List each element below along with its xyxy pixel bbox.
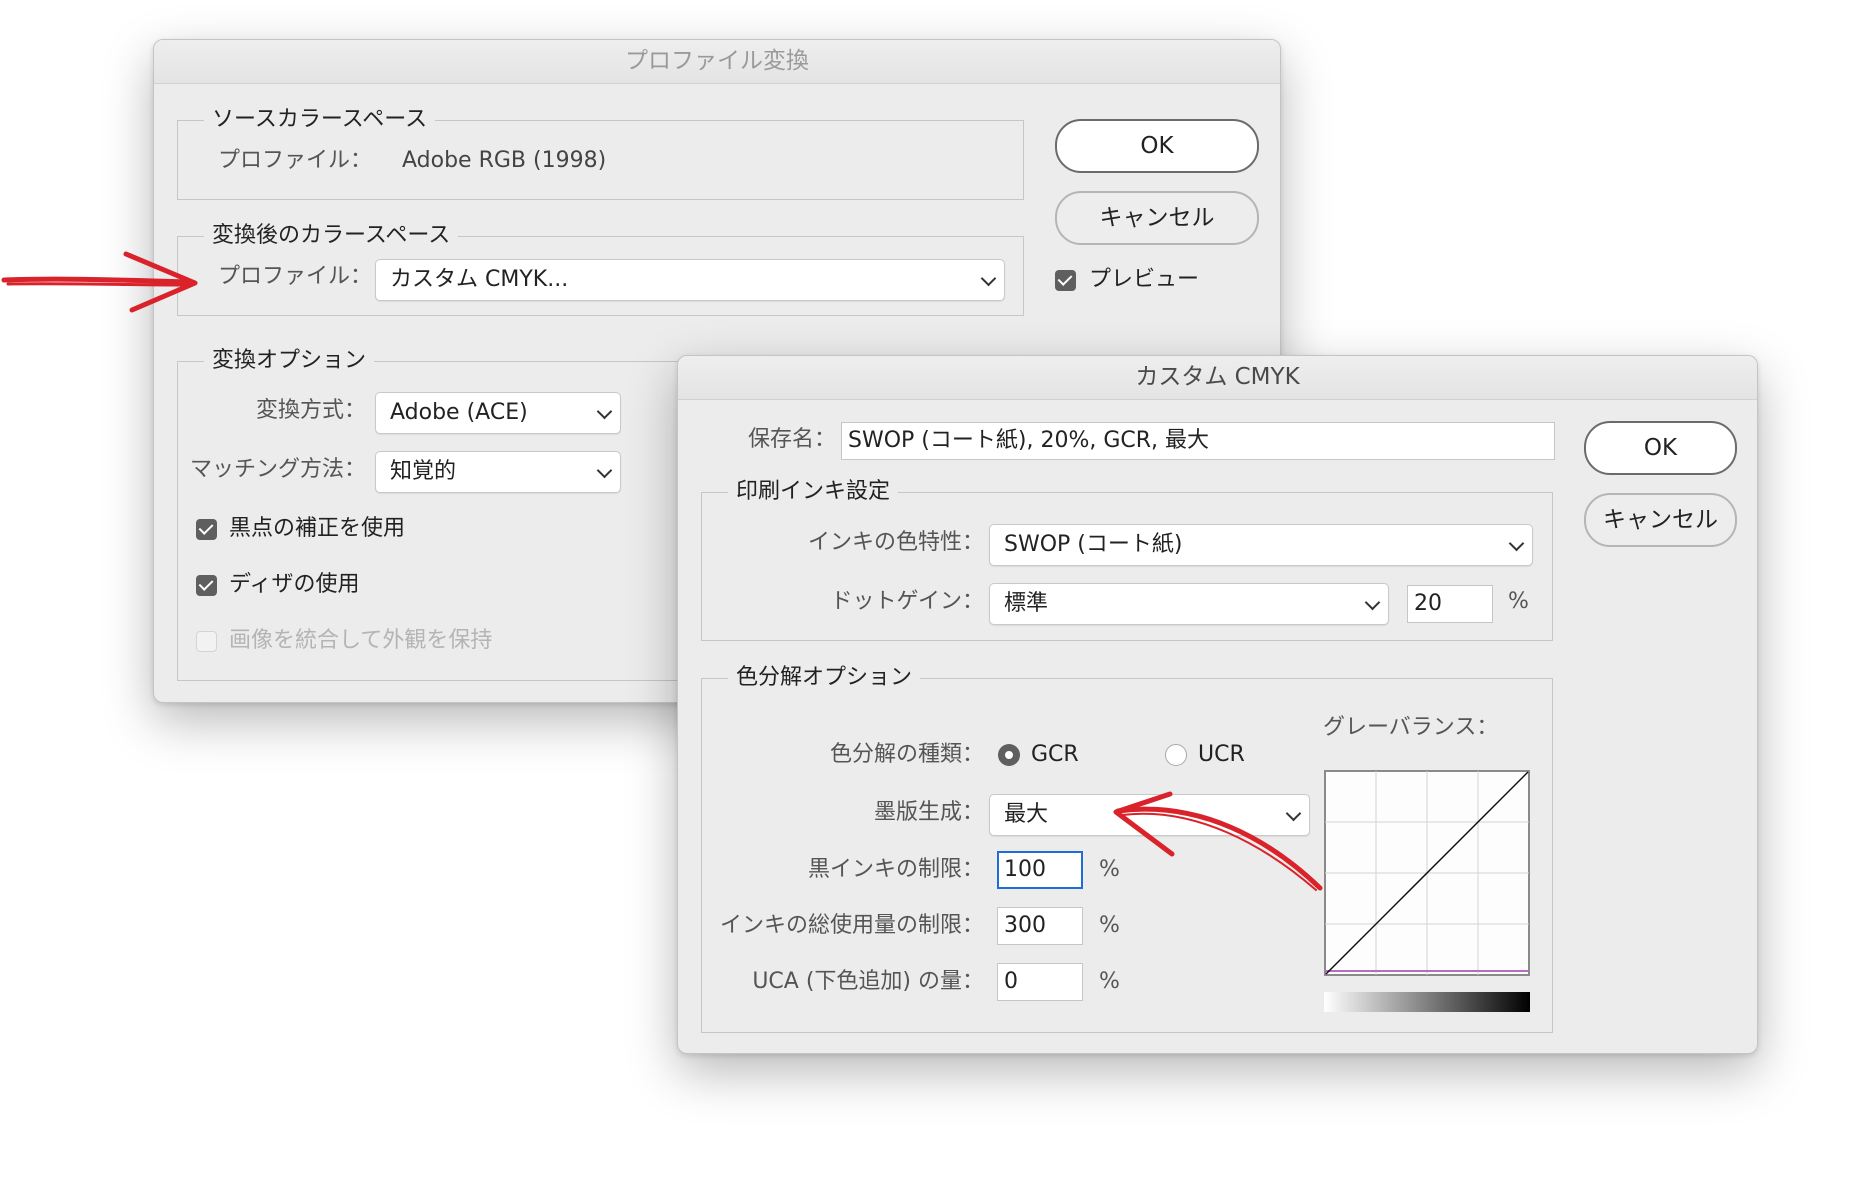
conversion-options-legend: 変換オプション	[204, 347, 375, 375]
ok-button[interactable]: OK	[1584, 421, 1737, 475]
total-limit-input[interactable]: 300	[997, 907, 1083, 945]
dotgain-value: 標準	[1004, 591, 1049, 616]
uca-input[interactable]: 0	[997, 963, 1083, 1001]
name-value: SWOP (コート紙), 20%, GCR, 最大	[848, 428, 1210, 453]
source-profile-value: Adobe RGB (1998)	[402, 148, 607, 173]
dest-profile-select[interactable]: カスタム CMYK...	[375, 259, 1005, 301]
dest-profile-label: プロファイル：	[218, 264, 373, 289]
dest-colorspace-group: 変換後のカラースペース プロファイル： カスタム CMYK...	[177, 222, 1024, 316]
dotgain-unit: %	[1508, 589, 1529, 614]
intent-value: 知覚的	[390, 459, 457, 484]
chevron-down-icon	[980, 270, 997, 287]
uca-unit: %	[1099, 969, 1120, 994]
dotgain-amount-value: 20	[1414, 591, 1442, 616]
total-limit-unit: %	[1099, 913, 1120, 938]
uca-label: UCA (下色追加) の量：	[752, 969, 984, 994]
flatten-label: 画像を統合して外観を保持	[229, 628, 493, 653]
black-gen-label: 墨版生成：	[873, 800, 984, 825]
method-value: Adobe (ACE)	[390, 400, 528, 425]
black-limit-input[interactable]: 100	[997, 851, 1083, 889]
chevron-down-icon	[596, 462, 613, 479]
method-label: 変換方式：	[255, 398, 366, 423]
bpc-checkbox[interactable]	[196, 519, 217, 540]
name-label: 保存名：	[747, 427, 836, 452]
cancel-button[interactable]: キャンセル	[1584, 493, 1737, 547]
source-colorspace-legend: ソースカラースペース	[204, 106, 436, 134]
cancel-button[interactable]: キャンセル	[1055, 191, 1259, 245]
ink-colors-select[interactable]: SWOP (コート紙)	[989, 524, 1533, 566]
bpc-label: 黒点の補正を使用	[229, 516, 406, 541]
source-colorspace-group: ソースカラースペース プロファイル： Adobe RGB (1998)	[177, 106, 1024, 200]
gray-gradient-bar	[1324, 992, 1530, 1012]
flatten-checkbox[interactable]	[196, 631, 217, 652]
ucr-radio[interactable]	[1165, 744, 1187, 766]
black-limit-value: 100	[1004, 857, 1046, 882]
method-select[interactable]: Adobe (ACE)	[375, 392, 621, 434]
annotation-arrow-1	[1, 251, 198, 313]
chevron-down-icon	[1364, 594, 1381, 611]
ok-button[interactable]: OK	[1055, 119, 1259, 173]
ucr-label: UCR	[1198, 742, 1245, 767]
gcr-radio[interactable]	[998, 744, 1020, 766]
dest-colorspace-legend: 変換後のカラースペース	[204, 222, 459, 250]
preview-checkbox[interactable]	[1055, 270, 1076, 291]
sep-type-label: 色分解の種類：	[829, 742, 984, 767]
gray-balance-graph	[1324, 770, 1530, 976]
uca-value: 0	[1004, 969, 1018, 994]
separation-options-legend: 色分解オプション	[728, 664, 921, 692]
dialog-title: カスタム CMYK	[678, 356, 1757, 400]
total-limit-label: インキの総使用量の制限：	[719, 913, 984, 938]
intent-label: マッチング方法：	[189, 457, 366, 482]
dialog-title: プロファイル変換	[154, 40, 1280, 84]
dither-checkbox[interactable]	[196, 575, 217, 596]
dotgain-select[interactable]: 標準	[989, 583, 1389, 625]
black-limit-label: 黒インキの制限：	[807, 857, 984, 882]
dither-label: ディザの使用	[229, 572, 360, 597]
intent-select[interactable]: 知覚的	[375, 451, 621, 493]
black-gen-value: 最大	[1004, 802, 1049, 827]
preview-label: プレビュー	[1089, 267, 1200, 292]
ink-colors-label: インキの色特性：	[807, 530, 984, 555]
total-limit-value: 300	[1004, 913, 1046, 938]
ink-colors-value: SWOP (コート紙)	[1004, 532, 1183, 557]
chevron-down-icon	[596, 403, 613, 420]
name-input[interactable]: SWOP (コート紙), 20%, GCR, 最大	[841, 422, 1555, 460]
ink-options-group: 印刷インキ設定 インキの色特性： SWOP (コート紙) ドットゲイン： 標準 …	[701, 478, 1553, 641]
dest-profile-value: カスタム CMYK...	[390, 267, 569, 292]
gray-balance-label: グレーバランス：	[1323, 715, 1499, 740]
source-profile-label: プロファイル：	[218, 148, 373, 173]
dotgain-label: ドットゲイン：	[830, 589, 984, 614]
custom-cmyk-dialog: カスタム CMYK 保存名： SWOP (コート紙), 20%, GCR, 最大…	[677, 355, 1758, 1054]
annotation-arrow-2	[1113, 791, 1323, 891]
gcr-label: GCR	[1031, 742, 1079, 767]
dotgain-amount-input[interactable]: 20	[1407, 585, 1493, 623]
chevron-down-icon	[1508, 535, 1525, 552]
ink-options-legend: 印刷インキ設定	[728, 478, 899, 506]
